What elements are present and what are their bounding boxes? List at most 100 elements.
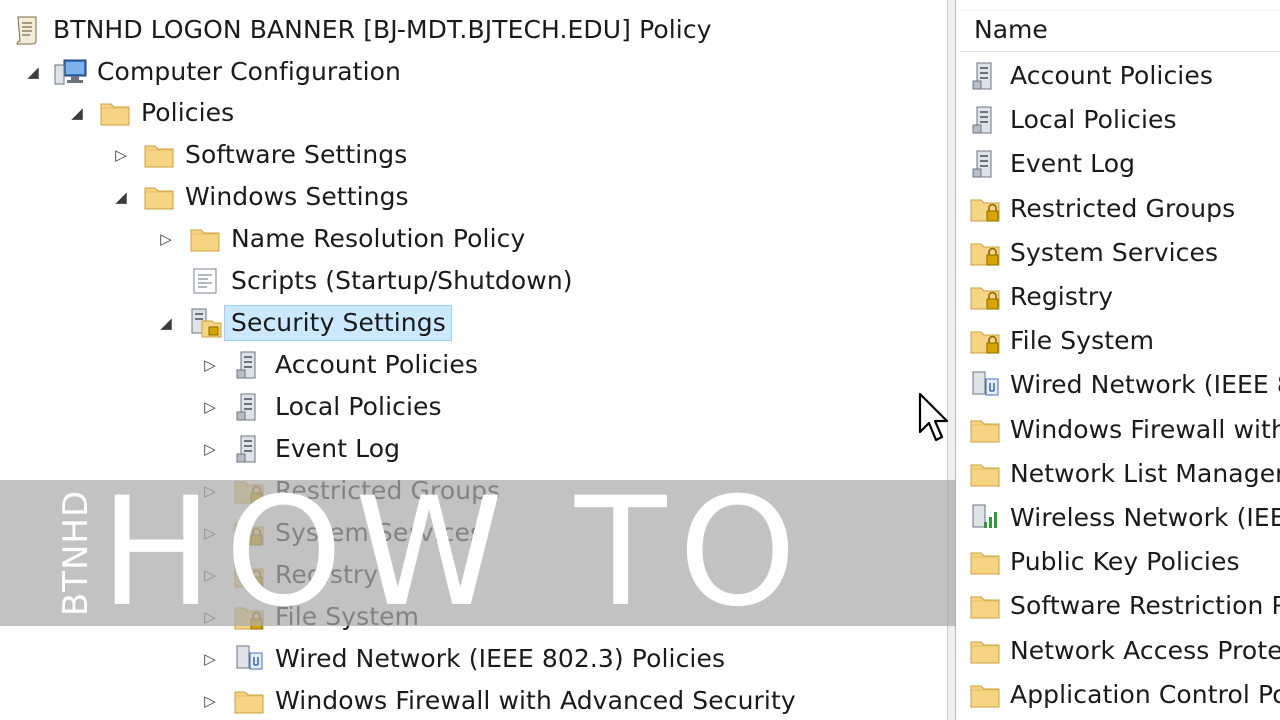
folder-icon [966,676,1004,714]
folder-icon [96,94,134,132]
tree-item-label: Security Settings [224,305,452,341]
tree-item[interactable]: ◢ Windows Settings [110,178,414,216]
mouse-cursor-icon [918,392,949,442]
list-item-label: Event Log [1010,149,1136,179]
folder-icon [966,632,1004,670]
server-icon [966,101,1004,139]
tree-item[interactable]: ▷ Local Policies [199,388,447,426]
expand-arrow-icon[interactable]: ▷ [199,640,221,678]
list-item[interactable]: System Services [966,233,1223,273]
expand-arrow-icon[interactable]: ▷ [199,682,221,720]
tree-item-label: Account Policies [275,350,478,379]
list-item-label: System Services [1010,237,1219,267]
tree-item-label: Event Log [275,434,401,463]
expand-arrow-icon[interactable]: ▷ [199,346,221,384]
list-item[interactable]: Network List Manager [966,454,1280,494]
list-item-label: Software Restriction Po [1010,591,1280,621]
locked-folder-icon [966,234,1004,272]
list-item-label: Registry [1010,282,1114,311]
tree-item-label: Computer Configuration [97,57,401,86]
wired-network-icon [230,640,268,678]
list-item-label: Local Policies [1010,105,1177,135]
server-icon [230,346,268,384]
tree-item[interactable]: BTNHD LOGON BANNER [BJ-MDT.BJTECH.EDU] P… [0,11,717,49]
locked-folder-icon [966,190,1004,228]
folder-icon [140,136,178,174]
tree-item-label: Local Policies [275,392,442,421]
folder-icon [186,220,224,258]
tree-item-label: Policies [141,98,235,127]
overlay-brand-text: BTNHD [56,489,96,617]
collapse-arrow-icon[interactable]: ◢ [22,53,44,91]
list-item-label: Network Access Prote [1010,635,1280,665]
tree-item-label: Windows Settings [185,182,409,211]
list-item[interactable]: Network Access Prote [966,631,1280,671]
list-item[interactable]: File System [966,321,1159,361]
expand-arrow-icon[interactable]: ▷ [110,136,132,174]
computer-icon [52,53,90,91]
wired-network-icon [966,366,1004,404]
folder-icon [966,587,1004,625]
folder-icon [966,543,1004,581]
list-pane[interactable]: Name Account Policies Local Policies Event… [956,0,1280,720]
list-item[interactable]: Software Restriction Po [966,586,1280,626]
list-item-label: Application Control Po [1010,679,1280,709]
list-item[interactable]: Event Log [966,144,1140,184]
policy-scroll-icon [8,11,46,49]
tree-item-label: Scripts (Startup/Shutdown) [231,266,573,295]
list-item[interactable]: Account Policies [966,56,1218,96]
list-item[interactable]: Local Policies [966,100,1182,140]
folder-icon [966,455,1004,493]
list-item[interactable]: Wireless Network (IEEE [966,498,1280,538]
wireless-network-icon [966,499,1004,537]
tree-item[interactable]: ▷ Name Resolution Policy [155,220,530,258]
expand-arrow-icon[interactable]: ▷ [155,220,177,258]
script-icon [186,262,224,300]
column-header-name[interactable]: Name [960,10,1280,52]
collapse-arrow-icon[interactable]: ◢ [155,304,177,342]
tree-item[interactable]: ▷ Software Settings [110,136,412,174]
folder-icon [140,178,178,216]
tree-item-label: Windows Firewall with Advanced Security [275,686,796,715]
tree-item[interactable]: ◢ Policies [66,94,239,132]
tree-item[interactable]: ▷ Account Policies [199,346,483,384]
tree-item-label: Name Resolution Policy [231,224,526,253]
tree-item[interactable]: ◢ Security Settings [155,304,452,342]
locked-folder-icon [966,278,1004,316]
server-icon [966,145,1004,183]
collapse-arrow-icon[interactable]: ◢ [66,94,88,132]
tree-item-label: Wired Network (IEEE 802.3) Policies [275,644,726,673]
list-item[interactable]: Restricted Groups [966,189,1240,229]
list-item[interactable]: Application Control Po [966,675,1280,715]
overlay-brand: BTNHD [46,478,106,628]
security-settings-icon [186,304,224,342]
expand-arrow-icon[interactable]: ▷ [199,388,221,426]
list-item-label: Network List Manager [1010,458,1280,488]
folder-icon [966,411,1004,449]
server-icon [966,57,1004,95]
list-item[interactable]: Registry [966,277,1118,317]
list-item[interactable]: Windows Firewall with [966,410,1280,450]
tree-item[interactable]: ▷ Windows Firewall with Advanced Security [199,682,801,720]
collapse-arrow-icon[interactable]: ◢ [110,178,132,216]
server-icon [230,430,268,468]
tree-item[interactable]: ▷ Event Log [199,430,405,468]
tree-item-label: Software Settings [185,140,408,169]
tree-item[interactable]: ▷ Wired Network (IEEE 802.3) Policies [199,640,730,678]
tree-item-label: BTNHD LOGON BANNER [BJ-MDT.BJTECH.EDU] P… [53,15,712,44]
tree-item[interactable]: Scripts (Startup/Shutdown) [155,262,578,300]
list-item-label: Account Policies [1010,61,1213,90]
server-icon [230,388,268,426]
list-item-label: Wired Network (IEEE 8 [1010,370,1280,400]
list-item-label: Wireless Network (IEEE [1010,503,1280,532]
expand-arrow-icon[interactable]: ▷ [199,430,221,468]
list-item-label: Restricted Groups [1010,193,1236,223]
tree-item[interactable]: ◢ Computer Configuration [22,53,406,91]
list-item-label: Windows Firewall with [1010,414,1280,444]
column-header-label: Name [974,15,1048,44]
list-item[interactable]: Wired Network (IEEE 8 [966,365,1280,405]
overlay-title: HOW TO [100,466,809,640]
list-item[interactable]: Public Key Policies [966,542,1245,582]
folder-icon [230,682,268,720]
list-item-label: File System [1010,326,1155,356]
